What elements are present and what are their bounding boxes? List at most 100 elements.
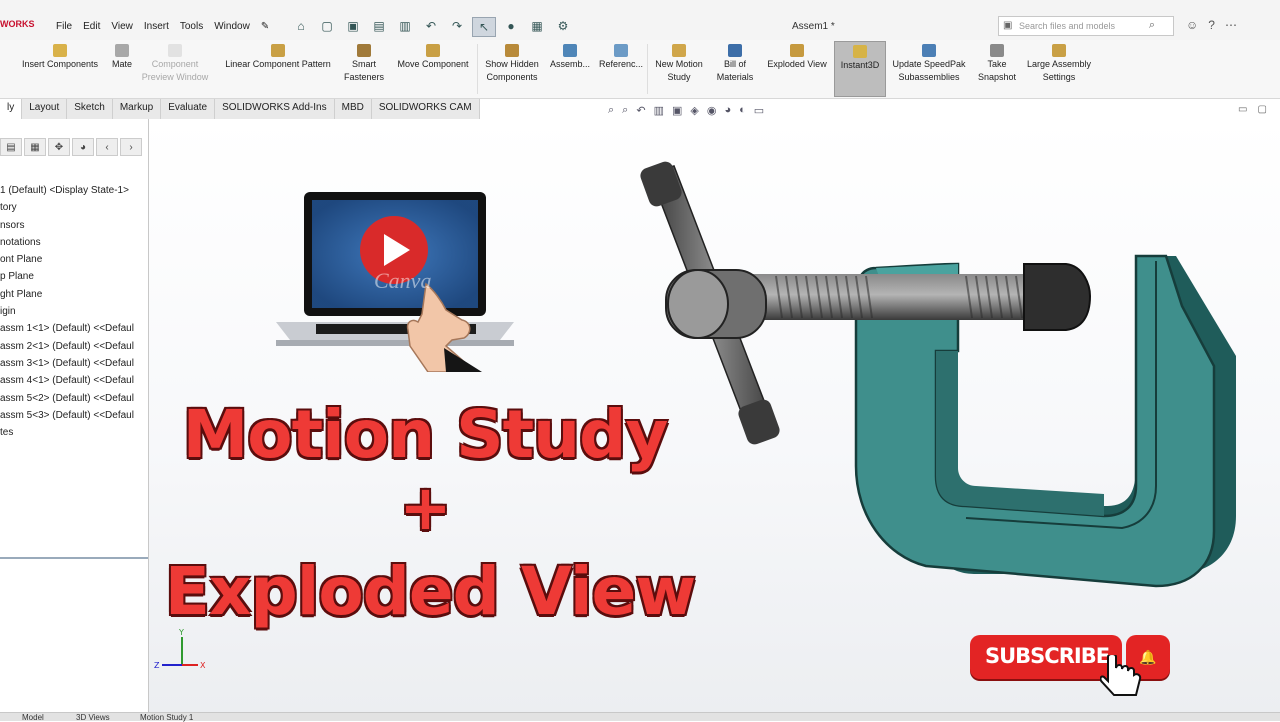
move-component-button[interactable]: Move Component	[390, 44, 476, 71]
tab-assembly[interactable]: ly	[0, 99, 23, 119]
tree-item-right-plane[interactable]: ght Plane	[0, 286, 134, 303]
take-snapshot-button[interactable]: Take Snapshot	[974, 44, 1020, 84]
rebuild-icon[interactable]: ●	[500, 17, 522, 35]
open-file-icon[interactable]: ▣	[342, 17, 364, 35]
menu-insert[interactable]: Insert	[144, 21, 169, 32]
reference-geometry-button[interactable]: Referenc...	[596, 44, 646, 71]
select-icon[interactable]: ↖	[472, 17, 496, 37]
tab-model[interactable]: Model	[22, 713, 44, 722]
bill-of-materials-button[interactable]: Bill of Materials	[712, 44, 758, 84]
feature-tree-tab-icon[interactable]: ▤	[0, 138, 22, 156]
pin-icon[interactable]: ✎	[261, 21, 269, 32]
tree-item-sensors[interactable]: nsors	[0, 217, 134, 234]
bom-icon	[728, 44, 742, 57]
search-scope-icon[interactable]: ▣	[1003, 20, 1012, 31]
search-icon[interactable]: ⌕	[1149, 19, 1155, 32]
search-input[interactable]: ▣ Search files and models ⌕	[998, 16, 1174, 36]
tab-evaluate[interactable]: Evaluate	[161, 99, 216, 119]
panel-splitter[interactable]	[0, 557, 148, 559]
tree-item-component[interactable]: assm 3<1> (Default) <<Defaul	[0, 355, 134, 372]
update-speedpak-button[interactable]: Update SpeedPak Subassemblies	[888, 44, 970, 84]
menu-edit[interactable]: Edit	[83, 21, 100, 32]
tab-markup[interactable]: Markup	[112, 99, 162, 119]
tree-item-component[interactable]: assm 4<1> (Default) <<Defaul	[0, 372, 134, 389]
tab-sketch[interactable]: Sketch	[67, 99, 113, 119]
pattern-icon	[271, 44, 285, 57]
redo-icon[interactable]: ↷	[446, 17, 468, 35]
smart-fasteners-button[interactable]: Smart Fasteners	[340, 44, 388, 84]
display-style-icon[interactable]: ◈	[690, 104, 698, 117]
tree-item-front-plane[interactable]: ont Plane	[0, 251, 134, 268]
tree-item-root[interactable]: 1 (Default) <Display State-1>	[0, 182, 134, 199]
tree-item-history[interactable]: tory	[0, 199, 134, 216]
tab-motion-study-1[interactable]: Motion Study 1	[140, 713, 193, 722]
tab-3d-views[interactable]: 3D Views	[76, 713, 110, 722]
mate-button[interactable]: Mate	[106, 44, 138, 71]
linear-pattern-button[interactable]: Linear Component Pattern	[216, 44, 340, 71]
menu-view[interactable]: View	[111, 21, 133, 32]
large-assembly-icon	[1052, 44, 1066, 57]
save-icon[interactable]: ▤	[368, 17, 390, 35]
tree-item-top-plane[interactable]: p Plane	[0, 268, 134, 285]
appearance-tab-icon[interactable]: ◕	[72, 138, 94, 156]
zoom-to-fit-icon[interactable]: ⌕	[608, 104, 614, 117]
view-settings-icon[interactable]: ▭	[754, 104, 764, 117]
menu-bar: WORKS File Edit View Insert Tools Window…	[0, 0, 1280, 41]
print-icon[interactable]: ▥	[394, 17, 416, 35]
command-manager-ribbon: Insert Components Mate Component Preview…	[0, 40, 1280, 99]
component-preview-window-button[interactable]: Component Preview Window	[136, 44, 214, 84]
options-icon[interactable]: ⚙	[552, 17, 574, 35]
file-properties-icon[interactable]: ▦	[526, 17, 548, 35]
tab-cam[interactable]: SOLIDWORKS CAM	[371, 99, 480, 119]
menu-file[interactable]: File	[56, 21, 72, 32]
mate-icon	[115, 44, 129, 57]
tab-mbd[interactable]: MBD	[334, 99, 372, 119]
hide-show-icon[interactable]: ◉	[707, 104, 717, 117]
large-assembly-settings-button[interactable]: Large Assembly Settings	[1022, 44, 1096, 84]
view-orientation-icon[interactable]: ▣	[672, 104, 682, 117]
tree-item-component[interactable]: assm 1<1> (Default) <<Defaul	[0, 320, 134, 337]
configuration-tab-icon[interactable]: ✥	[48, 138, 70, 156]
exploded-view-icon	[790, 44, 804, 57]
tree-item-mates[interactable]: tes	[0, 424, 134, 441]
laptop-video-icon: Canva	[276, 192, 514, 372]
restore-icon[interactable]: ▭	[1238, 104, 1247, 115]
clamp-inner-channel	[936, 351, 1104, 516]
insert-components-label: Insert Components	[21, 59, 99, 69]
property-manager-tab-icon[interactable]: ▦	[24, 138, 46, 156]
assembly-features-icon	[563, 44, 577, 57]
home-icon[interactable]: ⌂	[290, 17, 312, 35]
user-icon[interactable]: ☺	[1186, 18, 1198, 32]
reference-geometry-label: Referenc...	[598, 59, 644, 69]
new-file-icon[interactable]: ▢	[316, 17, 338, 35]
panel-prev-icon[interactable]: ‹	[96, 138, 118, 156]
help-icon[interactable]: ?	[1208, 18, 1215, 32]
tree-item-annotations[interactable]: notations	[0, 234, 134, 251]
tree-item-component[interactable]: assm 2<1> (Default) <<Defaul	[0, 338, 134, 355]
assembly-features-button[interactable]: Assemb...	[546, 44, 594, 71]
section-view-icon[interactable]: ▥	[654, 104, 664, 117]
undo-icon[interactable]: ↶	[420, 17, 442, 35]
more-icon[interactable]: ⋯	[1225, 18, 1237, 32]
tab-addins[interactable]: SOLIDWORKS Add-Ins	[215, 99, 335, 119]
tab-layout[interactable]: Layout	[22, 99, 68, 119]
exploded-view-button[interactable]: Exploded View	[762, 44, 832, 71]
show-hidden-components-button[interactable]: Show Hidden Components	[480, 44, 544, 84]
previous-view-icon[interactable]: ↶	[636, 104, 645, 117]
tree-item-component[interactable]: assm 5<3> (Default) <<Defaul	[0, 407, 134, 424]
z-label: Z	[154, 661, 160, 670]
tree-item-origin[interactable]: igin	[0, 303, 134, 320]
appearance-icon[interactable]: ◕	[724, 104, 731, 117]
tree-item-component[interactable]: assm 5<2> (Default) <<Defaul	[0, 390, 134, 407]
panel-next-icon[interactable]: ›	[120, 138, 142, 156]
cursor-hand-icon	[1100, 655, 1142, 696]
insert-components-button[interactable]: Insert Components	[14, 44, 106, 71]
quick-access-toolbar: ⌂ ▢ ▣ ▤ ▥ ↶ ↷ ↖ ● ▦ ⚙	[290, 17, 574, 37]
zoom-area-icon[interactable]: ⌕	[622, 104, 628, 117]
new-motion-study-button[interactable]: New Motion Study	[650, 44, 708, 84]
menu-window[interactable]: Window	[214, 21, 250, 32]
maximize-icon[interactable]: ▢	[1257, 104, 1266, 115]
menu-tools[interactable]: Tools	[180, 21, 203, 32]
scene-icon[interactable]: ◐	[739, 104, 746, 117]
instant3d-button[interactable]: Instant3D	[834, 41, 886, 97]
